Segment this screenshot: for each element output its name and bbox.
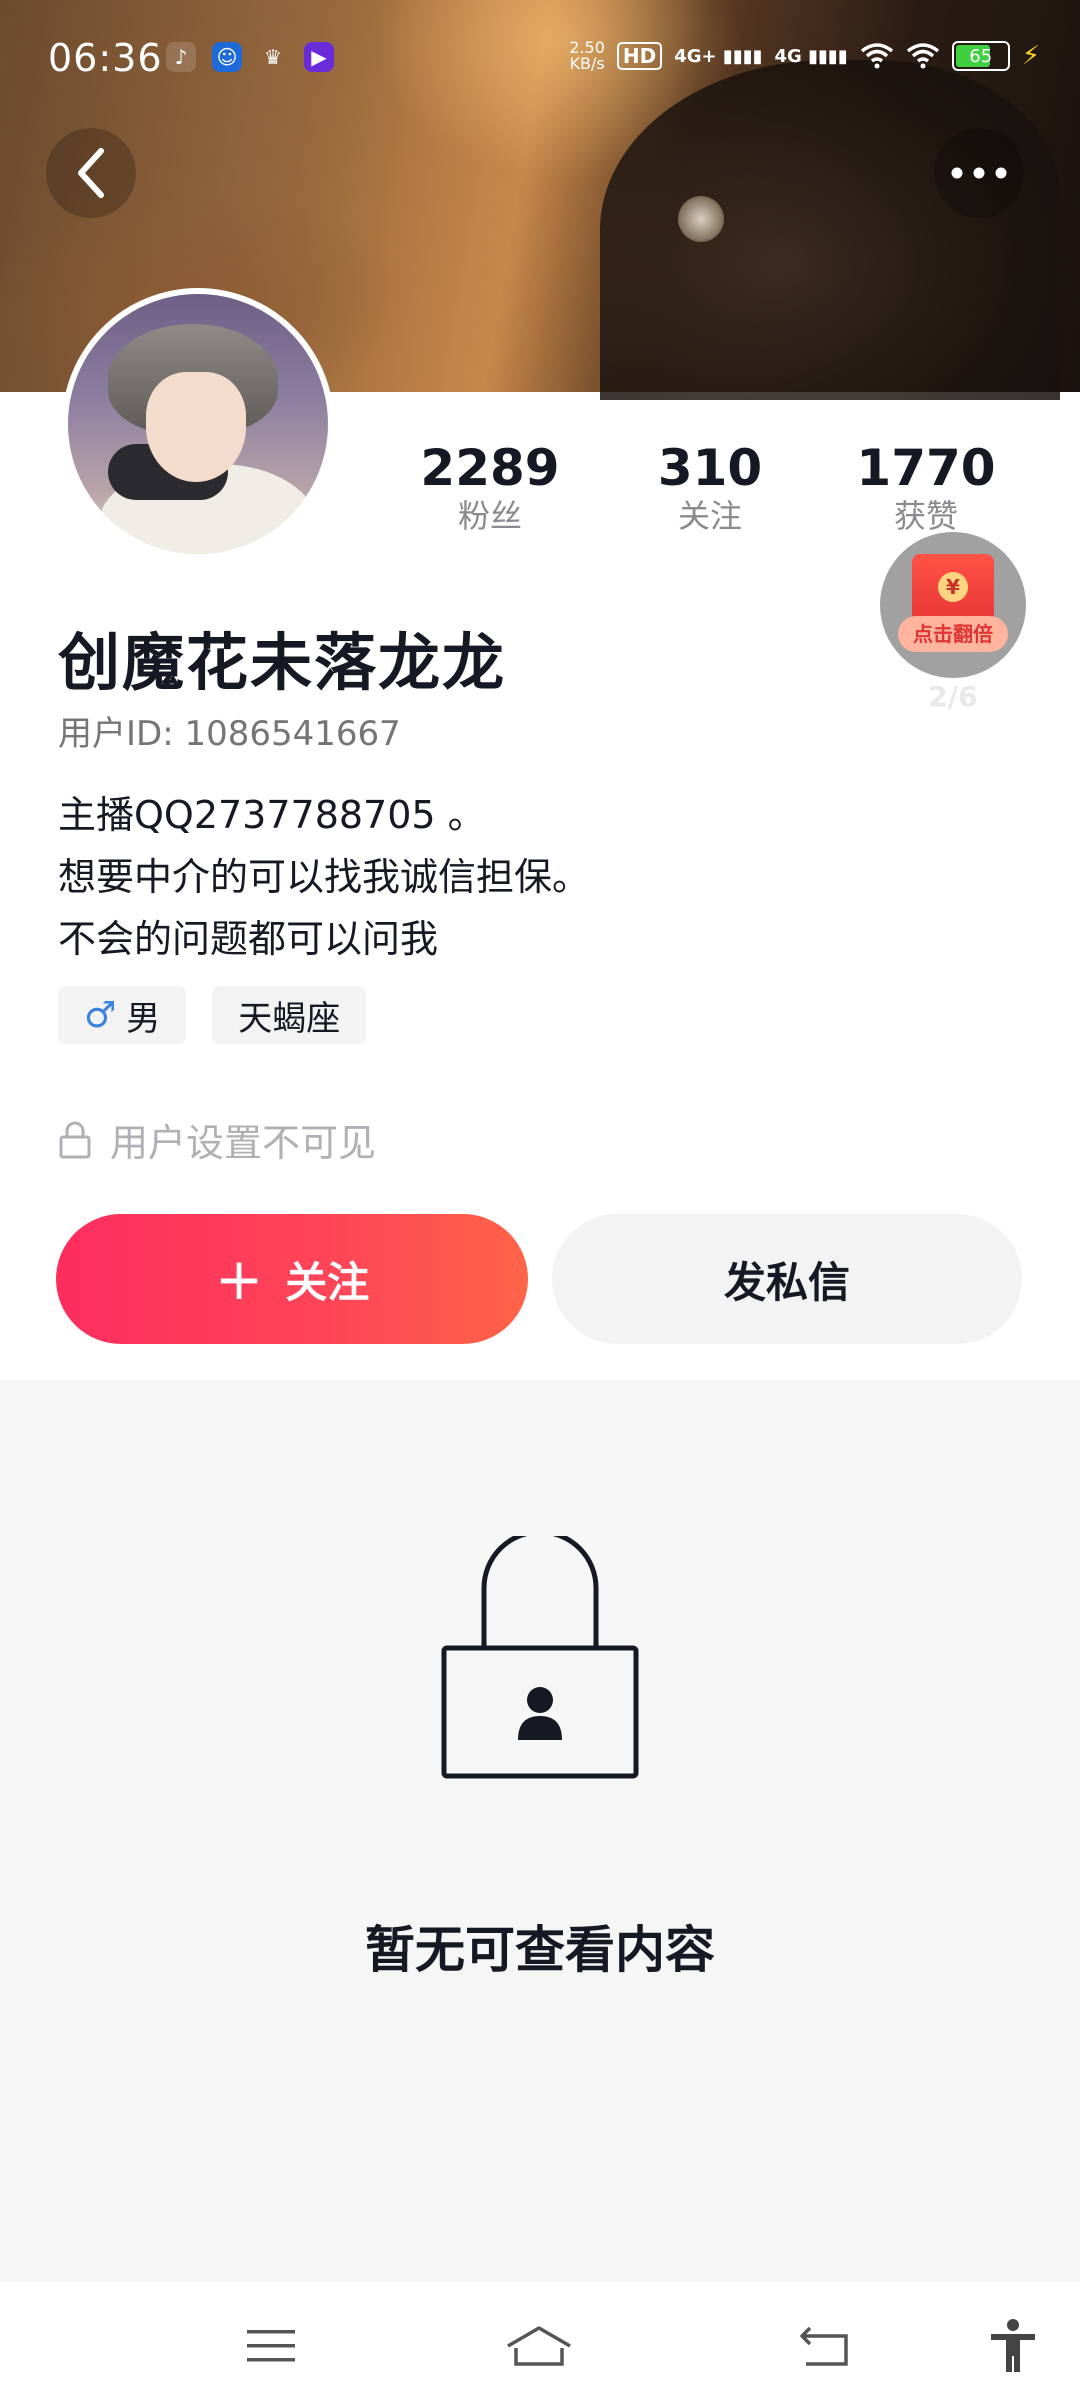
robot-app-icon: ☺ <box>212 42 242 72</box>
profile-tags: ♂ 男 天蝎座 <box>58 986 367 1044</box>
status-time: 06:36 <box>48 36 163 80</box>
avatar-image <box>68 294 328 554</box>
zodiac-tag: 天蝎座 <box>212 986 367 1044</box>
wifi-icon-2 <box>906 43 939 69</box>
follow-label: 关注 <box>285 1257 370 1307</box>
home-icon <box>507 2326 571 2366</box>
crown-app-icon: ♛ <box>264 45 282 69</box>
stat-following-count: 310 <box>657 439 763 497</box>
nav-back-button[interactable] <box>790 2314 860 2378</box>
banner-scooter-light <box>678 196 724 242</box>
gender-tag: ♂ 男 <box>58 986 187 1044</box>
network-speed: 2.50 KB/s <box>569 38 605 73</box>
stat-fans-label: 粉丝 <box>457 497 522 535</box>
profile-nickname: 创魔花未落龙龙 <box>58 626 507 699</box>
signal-4g-plus-icon: 4G+ ▮▮▮▮ <box>674 45 763 67</box>
message-button[interactable]: 发私信 <box>552 1214 1022 1344</box>
nav-accessibility-button[interactable] <box>978 2314 1048 2378</box>
stat-likes-count: 1770 <box>856 439 996 497</box>
back-button[interactable] <box>46 128 136 218</box>
profile-stats: 2289 粉丝 310 关注 1770 获赞 <box>400 440 1020 550</box>
status-system-icons: 2.50 KB/s HD 4G+ ▮▮▮▮ 4G ▮▮▮▮ 65 ⚡ <box>569 40 1040 72</box>
profile-bio: ￼主播QQ2737788705 。 想要中介的可以找我￼诚信担保。￼ ￼￼￼不会… <box>58 784 590 970</box>
accessibility-icon <box>991 2319 1035 2372</box>
stat-following[interactable]: 310 关注 <box>620 440 800 536</box>
system-nav-bar <box>0 2282 1080 2408</box>
stat-fans-count: 2289 <box>420 439 560 497</box>
more-dots-icon <box>951 167 1007 179</box>
avatar[interactable] <box>62 288 334 560</box>
privacy-notice: 用户设置不可见 <box>58 1112 376 1167</box>
stat-likes[interactable]: 1770 获赞 <box>836 440 1016 536</box>
zodiac-label: 天蝎座 <box>238 998 341 1039</box>
more-button[interactable] <box>934 128 1024 218</box>
chevron-left-icon <box>78 148 104 198</box>
red-envelope-icon: ¥ <box>912 554 994 624</box>
nav-menu-button[interactable] <box>236 2314 306 2378</box>
content-empty-area: 暂无可查看内容 <box>0 1380 1080 2282</box>
red-packet-count: 2/6 <box>928 680 978 713</box>
profile-user-id[interactable]: 用户ID: 1086541667 <box>58 706 401 755</box>
male-icon: ♂ <box>84 994 117 1036</box>
stat-likes-label: 获赞 <box>893 497 958 535</box>
hd-icon: HD <box>616 42 663 70</box>
red-packet-label: 点击翻倍 <box>898 616 1008 652</box>
stat-following-label: 关注 <box>677 497 742 535</box>
signal-4g-icon: 4G ▮▮▮▮ <box>774 45 848 67</box>
plus-icon: + <box>214 1245 264 1313</box>
bio-line: ￼主播QQ2737788705 。 <box>58 793 486 837</box>
message-label: 发私信 <box>723 1257 850 1307</box>
locked-content-icon <box>441 1536 639 1779</box>
red-packet-coin: ¥ <box>938 572 968 602</box>
follow-button[interactable]: + 关注 <box>56 1214 528 1344</box>
status-app-icons: ♪ ☺ ♛ ▶ <box>166 42 334 72</box>
bio-line: ￼￼￼不会的问题都可以问我￼ <box>58 917 439 961</box>
privacy-text: 用户设置不可见 <box>110 1121 377 1165</box>
empty-state-text: 暂无可查看内容 <box>365 1921 715 1979</box>
lock-icon <box>59 1121 91 1158</box>
video-app-icon: ▶ <box>304 42 334 72</box>
bio-line: 想要中介的可以找我￼诚信担保。￼ <box>58 855 591 899</box>
wifi-icon <box>860 43 893 69</box>
red-packet-button[interactable]: ¥ 点击翻倍 <box>880 532 1026 678</box>
stat-fans[interactable]: 2289 粉丝 <box>400 440 580 536</box>
nav-home-button[interactable] <box>504 2314 574 2378</box>
battery-icon: 65 <box>951 41 1010 71</box>
status-bar: 06:36 ♪ ☺ ♛ ▶ 2.50 KB/s HD 4G+ ▮▮▮▮ 4G ▮… <box>0 0 1080 120</box>
menu-icon <box>247 2330 295 2362</box>
music-app-icon: ♪ <box>166 42 196 72</box>
gender-label: 男 <box>126 998 161 1039</box>
back-arrow-icon <box>800 2326 848 2366</box>
charging-bolt-icon: ⚡ <box>1021 41 1040 71</box>
